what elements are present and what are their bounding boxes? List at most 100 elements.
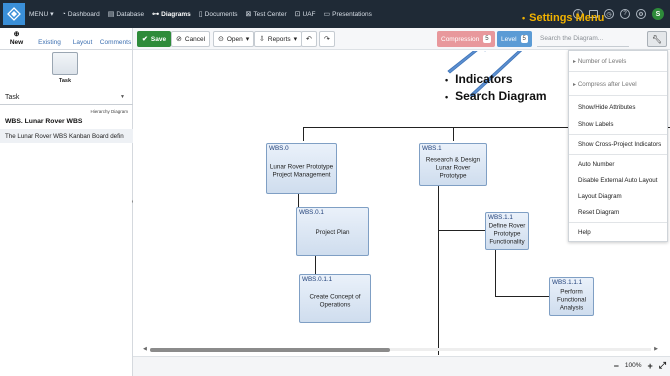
menu-item-label: Compress after Level: [577, 81, 637, 88]
settings-annotation-text: Settings Menu: [529, 12, 605, 24]
menu-button[interactable]: MENU ▾: [25, 0, 58, 28]
tab-label: New: [9, 39, 24, 46]
menu-divider: [569, 222, 667, 223]
diagram-name[interactable]: WBS. Lunar Rover WBS: [5, 118, 82, 125]
search-annotation: • Search Diagram: [445, 89, 547, 103]
tab-label: Existing: [38, 39, 61, 46]
chevron-down-icon: ▼: [120, 94, 125, 100]
menu-item-show-hide-attributes[interactable]: Show/Hide Attributes: [578, 104, 635, 111]
nav-item-database[interactable]: ▤ Database: [104, 0, 148, 28]
zoom-in-icon[interactable]: +: [648, 361, 653, 371]
tab-new[interactable]: ⊕ New: [0, 28, 33, 49]
cancel-icon: ⊘: [176, 36, 182, 43]
fit-screen-icon[interactable]: ⤢: [659, 360, 666, 371]
nav-item-documents[interactable]: ▯ Documents: [195, 0, 242, 28]
compression-indicator[interactable]: Compression 5: [437, 31, 495, 47]
layout-icon: [82, 31, 84, 39]
open-label: Open: [226, 35, 243, 43]
zoom-out-icon[interactable]: −: [614, 361, 619, 371]
settings-menu-button[interactable]: 🔧︎: [647, 31, 667, 47]
clock-icon[interactable]: ◷: [604, 9, 614, 19]
documents-icon: ▯: [198, 11, 203, 18]
indicator-arrow-icon: [447, 51, 486, 74]
bottom-status-bar: − 100% + ⤢: [133, 356, 670, 376]
nav-item-diagrams[interactable]: ⊶ Diagrams: [148, 0, 195, 28]
nav-label: Diagrams: [161, 10, 191, 18]
nav-item-uaf[interactable]: ⊡ UAF: [291, 0, 320, 28]
comments-icon: [115, 31, 117, 39]
search-diagram-input[interactable]: Search the Diagram...: [537, 31, 629, 47]
menu-item-disable-external-auto-layout[interactable]: Disable External Auto Layout: [578, 177, 657, 184]
left-panel-tabs: ⊕ New Existing Layout Comments: [0, 28, 132, 50]
menu-divider: [569, 95, 667, 96]
settings-dropdown-menu: ▸ Number of Levels ▸ Compress after Leve…: [568, 50, 668, 242]
scroll-thumb[interactable]: [150, 348, 390, 352]
task-tile-label: Task: [58, 78, 72, 84]
level-label: Level: [501, 35, 517, 43]
menu-item-auto-number[interactable]: Auto Number: [578, 161, 614, 168]
nav-label: Presentations: [332, 10, 372, 18]
uaf-icon: ⊡: [294, 11, 301, 18]
reports-button[interactable]: ⇩ Reports ▾: [254, 31, 303, 47]
undo-button[interactable]: ↶: [301, 31, 317, 47]
diagram-description: The Lunar Rover WBS Kanban Board defin: [0, 129, 133, 143]
compression-count: 5: [483, 35, 491, 43]
undo-icon: ↶: [306, 36, 312, 43]
help-icon[interactable]: ?: [620, 9, 630, 19]
search-placeholder: Search the Diagram...: [540, 35, 604, 42]
nav-item-test-center[interactable]: ⊠ Test Center: [242, 0, 291, 28]
nav-label: Database: [116, 10, 145, 18]
menu-item-reset-diagram[interactable]: Reset Diagram: [578, 209, 619, 216]
app-logo-icon[interactable]: [3, 3, 25, 25]
scroll-right-icon[interactable]: ▶: [654, 346, 658, 352]
tab-comments[interactable]: Comments: [99, 28, 132, 49]
redo-button[interactable]: ↷: [319, 31, 335, 47]
nav-label: Documents: [204, 10, 238, 18]
menu-item-label: Number of Levels: [577, 58, 627, 65]
diagram-type-label: Hierarchy Diagram: [90, 109, 128, 114]
level-count: 5: [520, 35, 528, 43]
nav-item-presentations[interactable]: ▭ Presentations: [320, 0, 376, 28]
select-value: Task: [5, 93, 20, 101]
level-indicator[interactable]: Level 5: [497, 31, 532, 47]
menu-item-layout-diagram[interactable]: Layout Diagram: [578, 193, 622, 200]
search-annotation-text: Search Diagram: [455, 89, 547, 103]
shape-type-select[interactable]: Task ▼: [0, 90, 133, 105]
dashboard-icon: ◔: [61, 10, 66, 18]
menu-item-help[interactable]: Help: [578, 229, 591, 236]
check-circle-icon: ✔: [142, 36, 148, 43]
scroll-left-icon[interactable]: ◀: [143, 346, 147, 352]
bullet-icon: •: [522, 13, 526, 23]
zoom-level: 100%: [624, 362, 642, 369]
chevron-down-icon: ▾: [245, 36, 250, 43]
horizontal-scrollbar[interactable]: ◀ ▶: [143, 346, 658, 353]
chevron-down-icon: ▾: [50, 11, 54, 18]
gear-icon[interactable]: ⚙: [636, 9, 646, 19]
chevron-down-icon: ▾: [293, 36, 298, 43]
zoom-controls: − 100% + ⤢: [614, 360, 666, 371]
indicators-annotation: • Indicators: [445, 72, 513, 86]
diagram-toolbar: ✔ Save ⊘ Cancel ⊙ Open ▾ ⇩ Reports ▾ ↶ ↷…: [133, 28, 670, 50]
tab-existing[interactable]: Existing: [33, 28, 66, 49]
menu-item-show-labels[interactable]: Show Labels: [578, 121, 613, 128]
cancel-button[interactable]: ⊘ Cancel: [171, 31, 211, 47]
menu-divider: [569, 154, 667, 155]
tab-label: Comments: [99, 39, 132, 46]
nav-label: Test Center: [253, 10, 287, 18]
presentations-icon: ▭: [323, 11, 331, 18]
task-shape-tile[interactable]: [52, 52, 78, 75]
open-icon: ⊙: [218, 36, 224, 43]
menu-item-number-of-levels[interactable]: ▸ Number of Levels: [573, 58, 626, 65]
menu-item-show-cross-project-indicators[interactable]: Show Cross-Project Indicators: [578, 141, 661, 148]
redo-icon: ↷: [324, 36, 330, 43]
open-button[interactable]: ⊙ Open ▾: [213, 31, 255, 47]
wrench-icon: 🔧︎: [651, 34, 663, 44]
menu-item-compress-after-level[interactable]: ▸ Compress after Level: [573, 81, 637, 88]
save-button[interactable]: ✔ Save: [137, 31, 172, 47]
nav-item-dashboard[interactable]: ◔ Dashboard: [58, 0, 104, 28]
bullet-icon: •: [445, 92, 449, 102]
avatar[interactable]: S: [652, 8, 664, 20]
tab-layout[interactable]: Layout: [66, 28, 99, 49]
existing-icon: [49, 31, 51, 39]
nav-label: UAF: [302, 10, 316, 18]
